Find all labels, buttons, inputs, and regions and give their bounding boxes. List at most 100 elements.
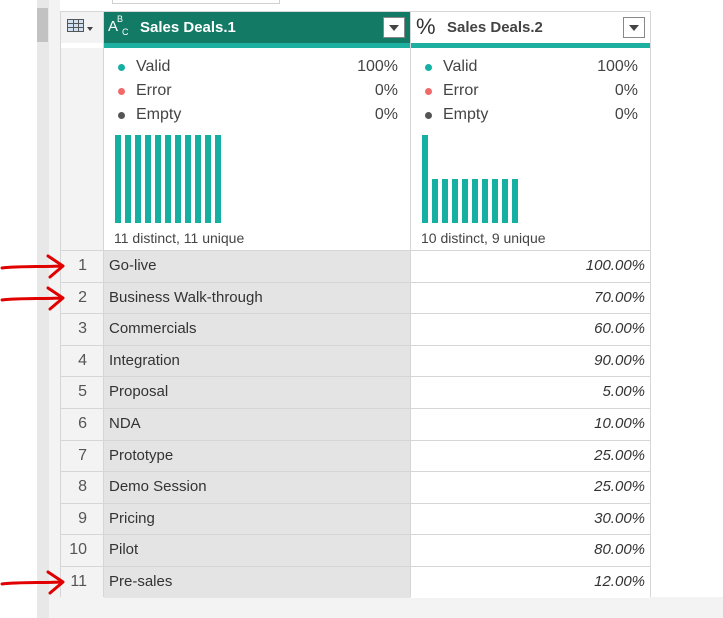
row-index[interactable]: 6 bbox=[61, 409, 103, 440]
row-index[interactable]: 8 bbox=[61, 472, 103, 503]
scrollbar-thumb[interactable] bbox=[37, 8, 48, 42]
distribution-bar[interactable] bbox=[125, 135, 131, 223]
cell-sales-deals-1[interactable]: NDA bbox=[104, 409, 410, 440]
table-row[interactable]: 7 Prototype 25.00% bbox=[61, 440, 650, 472]
error-stat: Error 0% bbox=[116, 81, 398, 103]
distribution-bar[interactable] bbox=[442, 179, 448, 223]
table-row[interactable]: 5 Proposal 5.00% bbox=[61, 376, 650, 408]
distribution-bar[interactable] bbox=[482, 179, 488, 223]
row-index[interactable]: 4 bbox=[61, 346, 103, 377]
distribution-bar[interactable] bbox=[165, 135, 171, 223]
data-preview-grid: ABC Sales Deals.1 % Sales Deals.2 Valid … bbox=[60, 11, 651, 598]
row-index[interactable]: 10 bbox=[61, 535, 103, 566]
cell-sales-deals-1[interactable]: Pre-sales bbox=[104, 567, 410, 598]
table-menu-button[interactable] bbox=[61, 12, 103, 43]
cell-sales-deals-2[interactable]: 90.00% bbox=[411, 346, 650, 377]
red-arrow-icon bbox=[0, 569, 68, 597]
table-row[interactable]: 11 Pre-sales 12.00% bbox=[61, 566, 650, 598]
column-divider bbox=[103, 12, 104, 596]
cell-sales-deals-2[interactable]: 80.00% bbox=[411, 535, 650, 566]
cell-sales-deals-2[interactable]: 100.00% bbox=[411, 251, 650, 282]
error-dot-icon bbox=[425, 88, 432, 95]
table-row[interactable]: 1 Go-live 100.00% bbox=[61, 250, 650, 282]
column-divider bbox=[410, 12, 411, 596]
valid-label: Valid bbox=[443, 58, 478, 75]
cell-sales-deals-1[interactable]: Proposal bbox=[104, 377, 410, 408]
bottom-background bbox=[49, 597, 723, 618]
column-header-sales-deals-2[interactable]: % Sales Deals.2 bbox=[411, 12, 650, 48]
distribution-bar[interactable] bbox=[115, 135, 121, 223]
distribution-bar[interactable] bbox=[185, 135, 191, 223]
empty-dot-icon bbox=[118, 112, 125, 119]
distribution-bar[interactable] bbox=[502, 179, 508, 223]
table-row[interactable]: 3 Commercials 60.00% bbox=[61, 313, 650, 345]
distribution-bar[interactable] bbox=[492, 179, 498, 223]
cell-sales-deals-1[interactable]: Integration bbox=[104, 346, 410, 377]
cell-sales-deals-1[interactable]: Commercials bbox=[104, 314, 410, 345]
error-dot-icon bbox=[118, 88, 125, 95]
distribution-bar[interactable] bbox=[472, 179, 478, 223]
cell-sales-deals-2[interactable]: 25.00% bbox=[411, 441, 650, 472]
error-percent: 0% bbox=[614, 82, 638, 99]
column-filter-dropdown-button[interactable] bbox=[623, 17, 645, 38]
error-label: Error bbox=[136, 82, 172, 99]
column-filter-dropdown-button[interactable] bbox=[383, 17, 405, 38]
distribution-bar[interactable] bbox=[462, 179, 468, 223]
distribution-bar[interactable] bbox=[195, 135, 201, 223]
distribution-bar[interactable] bbox=[145, 135, 151, 223]
table-row[interactable]: 4 Integration 90.00% bbox=[61, 345, 650, 377]
error-stat: Error 0% bbox=[423, 81, 638, 103]
red-arrow-icon bbox=[0, 253, 68, 281]
empty-label: Empty bbox=[443, 106, 489, 123]
empty-percent: 0% bbox=[614, 106, 638, 123]
row-index[interactable]: 9 bbox=[61, 504, 103, 535]
distribution-bar[interactable] bbox=[512, 179, 518, 223]
row-index[interactable]: 5 bbox=[61, 377, 103, 408]
column-title: Sales Deals.2 bbox=[447, 19, 543, 36]
row-index[interactable]: 3 bbox=[61, 314, 103, 345]
cell-sales-deals-1[interactable]: Prototype bbox=[104, 441, 410, 472]
distinct-count: 11 distinct, 11 unique bbox=[114, 230, 245, 246]
distribution-bar[interactable] bbox=[155, 135, 161, 223]
table-row[interactable]: 9 Pricing 30.00% bbox=[61, 503, 650, 535]
cell-sales-deals-1[interactable]: Go-live bbox=[104, 251, 410, 282]
distribution-bar[interactable] bbox=[215, 135, 221, 223]
distribution-bar[interactable] bbox=[432, 179, 438, 223]
top-tab-edge bbox=[112, 0, 280, 4]
valid-dot-icon bbox=[118, 64, 125, 71]
table-row[interactable]: 2 Business Walk-through 70.00% bbox=[61, 282, 650, 314]
cell-sales-deals-2[interactable]: 70.00% bbox=[411, 283, 650, 314]
cell-sales-deals-2[interactable]: 60.00% bbox=[411, 314, 650, 345]
cell-sales-deals-2[interactable]: 30.00% bbox=[411, 504, 650, 535]
error-percent: 0% bbox=[374, 82, 398, 99]
cell-sales-deals-1[interactable]: Pilot bbox=[104, 535, 410, 566]
value-distribution-chart[interactable] bbox=[115, 135, 325, 223]
empty-dot-icon bbox=[425, 112, 432, 119]
value-distribution-chart[interactable] bbox=[422, 135, 632, 223]
empty-stat: Empty 0% bbox=[116, 105, 398, 127]
row-index[interactable]: 7 bbox=[61, 441, 103, 472]
cell-sales-deals-1[interactable]: Demo Session bbox=[104, 472, 410, 503]
cell-sales-deals-2[interactable]: 5.00% bbox=[411, 377, 650, 408]
chevron-down-icon bbox=[87, 27, 93, 31]
cell-sales-deals-2[interactable]: 12.00% bbox=[411, 567, 650, 598]
cell-sales-deals-1[interactable]: Business Walk-through bbox=[104, 283, 410, 314]
valid-percent: 100% bbox=[357, 58, 398, 75]
abc-text-type-icon[interactable]: ABC bbox=[108, 14, 128, 37]
distribution-bar[interactable] bbox=[205, 135, 211, 223]
table-row[interactable]: 6 NDA 10.00% bbox=[61, 408, 650, 440]
distribution-bar[interactable] bbox=[175, 135, 181, 223]
table-row[interactable]: 10 Pilot 80.00% bbox=[61, 534, 650, 566]
cell-sales-deals-1[interactable]: Pricing bbox=[104, 504, 410, 535]
distribution-bar[interactable] bbox=[135, 135, 141, 223]
distribution-bar[interactable] bbox=[422, 135, 428, 223]
cell-sales-deals-2[interactable]: 25.00% bbox=[411, 472, 650, 503]
cell-sales-deals-2[interactable]: 10.00% bbox=[411, 409, 650, 440]
table-row[interactable]: 8 Demo Session 25.00% bbox=[61, 471, 650, 503]
distinct-count: 10 distinct, 9 unique bbox=[421, 230, 546, 246]
column-header-sales-deals-1[interactable]: ABC Sales Deals.1 bbox=[104, 12, 410, 43]
valid-stat: Valid 100% bbox=[116, 57, 398, 79]
column-profile-a: Valid 100% Error 0% Empty 0% 11 distinct… bbox=[104, 48, 410, 250]
percent-type-icon[interactable]: % bbox=[416, 14, 436, 40]
distribution-bar[interactable] bbox=[452, 179, 458, 223]
